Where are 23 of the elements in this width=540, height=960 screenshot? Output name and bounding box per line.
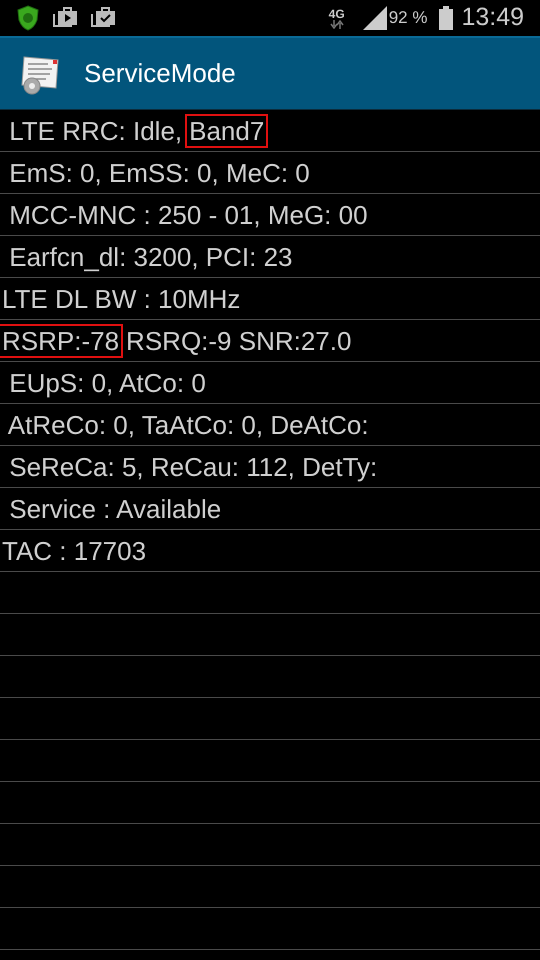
info-text: EmS: 0, EmSS: 0, MeC: 0: [8, 158, 310, 188]
info-text: AtReCo: 0, TaAtCo: 0, DeAtCo:: [6, 410, 369, 440]
info-text: TAC : 17703: [2, 536, 146, 566]
highlighted-text: Band7: [185, 114, 268, 148]
battery-icon: [439, 6, 454, 30]
info-text: EUpS: 0, AtCo: 0: [8, 368, 206, 398]
briefcase-check-icon: [90, 6, 116, 30]
info-text: SeReCa: 5, ReCau: 112, DetTy:: [8, 452, 378, 482]
highlighted-text: RSRP:-78: [0, 324, 124, 358]
network-type: 4G: [328, 8, 345, 20]
info-text: RSRQ:-9 SNR:27.0: [126, 326, 352, 356]
info-text: LTE DL BW : 10MHz: [2, 284, 240, 314]
signal-icon: [362, 6, 387, 30]
app-title: ServiceMode: [84, 57, 236, 90]
info-text: MCC-MNC : 250 - 01, MeG: 00: [8, 200, 368, 230]
battery-percent: 92 %: [388, 7, 428, 30]
info-text: Service : Available: [8, 494, 222, 524]
shield-icon: [16, 5, 40, 31]
briefcase-play-icon: [52, 6, 78, 30]
info-text: Earfcn_dl: 3200, PCI: 23: [8, 242, 293, 272]
data-arrows-icon: [330, 20, 344, 28]
info-text: LTE RRC: Idle,: [8, 116, 182, 146]
clock: 13:49: [461, 2, 524, 34]
